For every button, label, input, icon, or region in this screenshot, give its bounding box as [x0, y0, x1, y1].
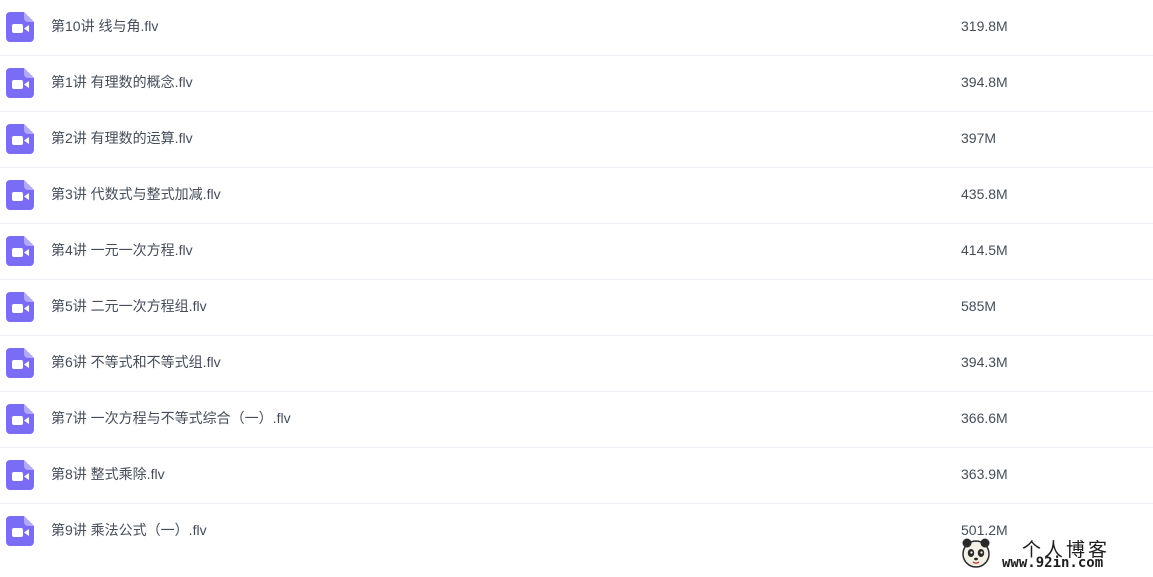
video-file-icon — [6, 404, 34, 434]
watermark: 个人博客 www.92in.com — [958, 534, 1143, 574]
file-row[interactable]: 第8讲 整式乘除.flv 363.9M — [0, 448, 1153, 504]
file-name[interactable]: 第8讲 整式乘除.flv — [51, 448, 165, 500]
file-name[interactable]: 第7讲 一次方程与不等式综合（一）.flv — [51, 392, 291, 444]
video-file-icon — [6, 124, 34, 154]
file-size: 397M — [961, 130, 997, 146]
file-size: 363.9M — [961, 466, 1008, 482]
file-row[interactable]: 第7讲 一次方程与不等式综合（一）.flv 366.6M — [0, 392, 1153, 448]
file-name[interactable]: 第6讲 不等式和不等式组.flv — [51, 336, 221, 388]
file-row[interactable]: 第10讲 线与角.flv 319.8M — [0, 0, 1153, 56]
file-list: 第10讲 线与角.flv 319.8M 第1讲 有理数的概念.flv 394.8… — [0, 0, 1153, 560]
file-row[interactable]: 第6讲 不等式和不等式组.flv 394.3M — [0, 336, 1153, 392]
file-row[interactable]: 第2讲 有理数的运算.flv 397M — [0, 112, 1153, 168]
video-file-icon — [6, 12, 34, 42]
file-size: 394.8M — [961, 74, 1008, 90]
file-size: 319.8M — [961, 18, 1008, 34]
video-file-icon — [6, 516, 34, 546]
file-row[interactable]: 第1讲 有理数的概念.flv 394.8M — [0, 56, 1153, 112]
video-file-icon — [6, 68, 34, 98]
video-file-icon — [6, 460, 34, 490]
file-size: 414.5M — [961, 242, 1008, 258]
file-size: 585M — [961, 298, 997, 314]
file-size: 366.6M — [961, 410, 1008, 426]
file-row[interactable]: 第4讲 一元一次方程.flv 414.5M — [0, 224, 1153, 280]
file-name[interactable]: 第4讲 一元一次方程.flv — [51, 224, 193, 276]
file-name[interactable]: 第10讲 线与角.flv — [51, 0, 158, 52]
file-name[interactable]: 第3讲 代数式与整式加减.flv — [51, 168, 221, 220]
file-row[interactable]: 第3讲 代数式与整式加减.flv 435.8M — [0, 168, 1153, 224]
file-size: 394.3M — [961, 354, 1008, 370]
video-file-icon — [6, 236, 34, 266]
file-name[interactable]: 第2讲 有理数的运算.flv — [51, 112, 193, 164]
file-size: 435.8M — [961, 186, 1008, 202]
video-file-icon — [6, 180, 34, 210]
video-file-icon — [6, 348, 34, 378]
video-file-icon — [6, 292, 34, 322]
watermark-url: www.92in.com — [1002, 555, 1104, 571]
file-name[interactable]: 第5讲 二元一次方程组.flv — [51, 280, 207, 332]
file-row[interactable]: 第5讲 二元一次方程组.flv 585M — [0, 280, 1153, 336]
panda-logo-icon — [962, 538, 990, 568]
file-name[interactable]: 第1讲 有理数的概念.flv — [51, 56, 193, 108]
file-name[interactable]: 第9讲 乘法公式（一）.flv — [51, 504, 207, 556]
